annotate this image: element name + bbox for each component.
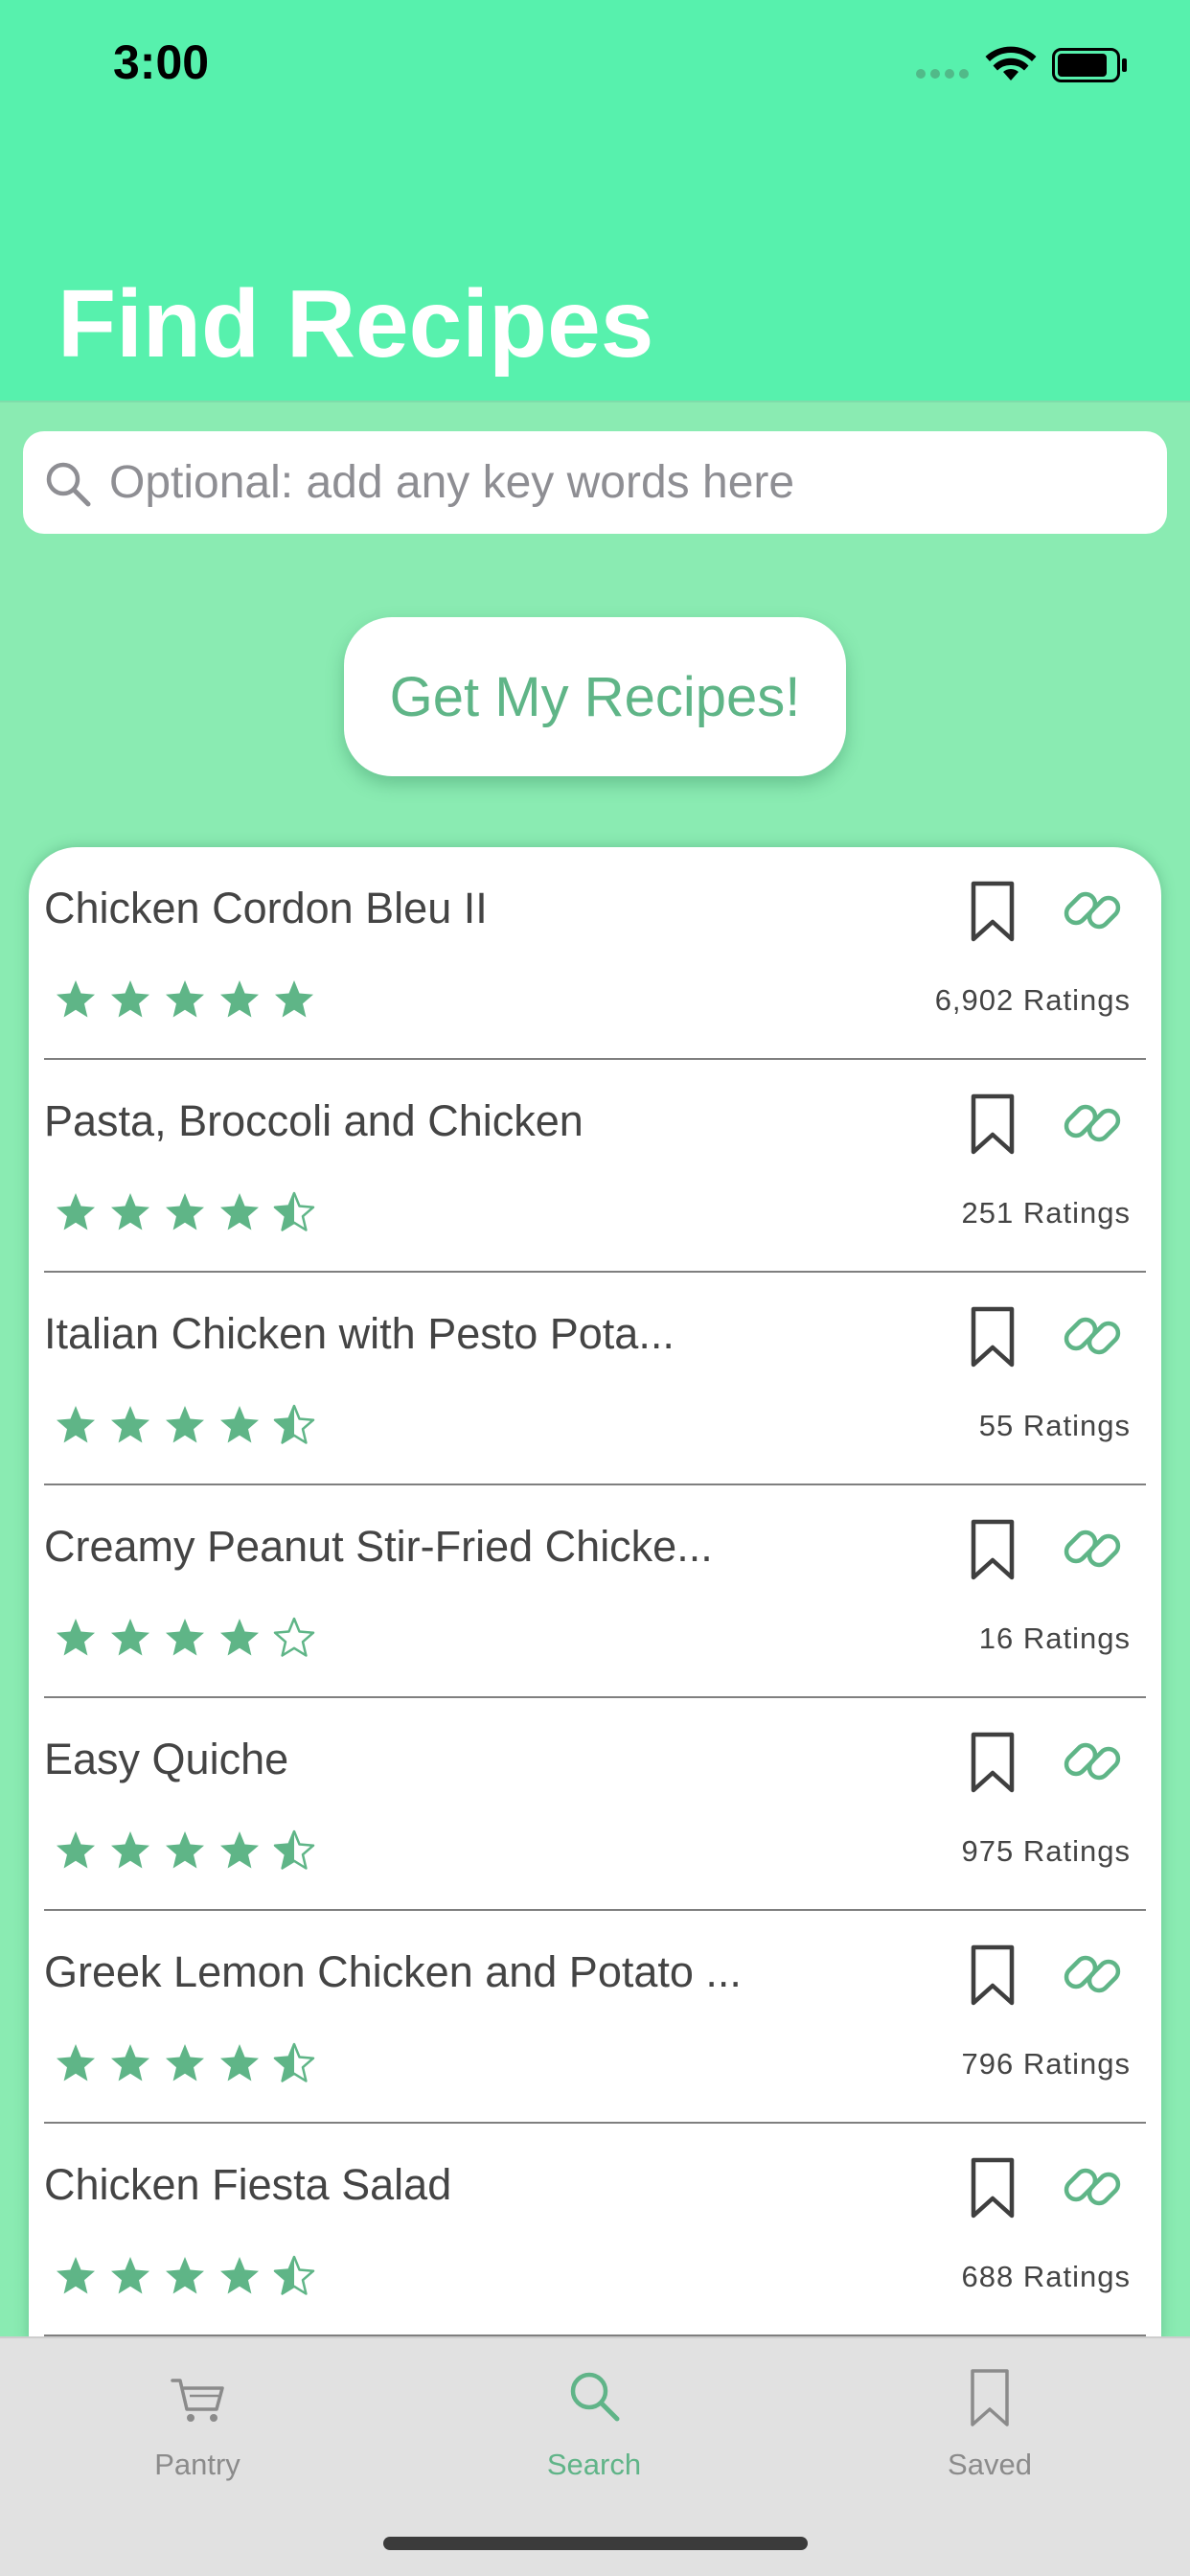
star-filled-icon — [111, 980, 149, 1018]
battery-icon — [1052, 48, 1127, 82]
star-filled-icon — [275, 980, 313, 1018]
star-filled-icon — [111, 1193, 149, 1230]
link-icon[interactable] — [1062, 1731, 1123, 1792]
recipe-row[interactable]: Easy Quiche 975 Ratings — [29, 1698, 1161, 1911]
recipe-title[interactable]: Chicken Cordon Bleu II — [44, 884, 488, 933]
cellular-signal-icon — [916, 69, 969, 79]
star-rating — [54, 1828, 316, 1873]
star-filled-icon — [166, 2257, 204, 2294]
recipe-title[interactable]: Greek Lemon Chicken and Potato ... — [44, 1947, 742, 1997]
recipe-row[interactable]: Greek Lemon Chicken and Potato ... 796 R… — [29, 1911, 1161, 2124]
star-filled-icon — [57, 1193, 95, 1230]
search-bar[interactable] — [23, 431, 1167, 534]
tab-search[interactable]: Search — [479, 2367, 709, 2501]
star-filled-icon — [220, 2044, 259, 2082]
bookmark-icon — [971, 2369, 1009, 2426]
ratings-count: 796 Ratings — [961, 2047, 1131, 2081]
tab-label: Pantry — [154, 2448, 240, 2481]
star-filled-icon — [220, 1193, 259, 1230]
bookmark-icon[interactable] — [968, 1731, 1018, 1794]
home-indicator — [383, 2537, 808, 2550]
recipe-row[interactable]: Chicken Fiesta Salad 688 Ratings — [29, 2124, 1161, 2336]
cart-icon — [171, 2379, 224, 2422]
star-half-icon — [273, 2255, 315, 2295]
star-filled-icon — [166, 980, 204, 1018]
star-filled-icon — [220, 1406, 259, 1443]
star-rating — [54, 1190, 316, 1234]
star-filled-icon — [166, 2044, 204, 2082]
star-filled-icon — [220, 1831, 259, 1869]
star-rating — [54, 1616, 316, 1660]
tab-saved[interactable]: Saved — [875, 2367, 1105, 2501]
star-filled-icon — [57, 1406, 95, 1443]
star-filled-icon — [166, 1193, 204, 1230]
star-filled-icon — [220, 2257, 259, 2294]
star-filled-icon — [166, 1406, 204, 1443]
star-filled-icon — [166, 1831, 204, 1869]
bookmark-icon[interactable] — [968, 880, 1018, 943]
star-filled-icon — [57, 2257, 95, 2294]
tab-label: Search — [546, 2448, 642, 2481]
bookmark-icon[interactable] — [968, 1518, 1018, 1581]
ratings-count: 6,902 Ratings — [934, 983, 1131, 1017]
link-icon[interactable] — [1062, 1518, 1123, 1579]
star-filled-icon — [111, 1831, 149, 1869]
bookmark-icon[interactable] — [968, 1944, 1018, 2007]
star-rating — [54, 2254, 316, 2298]
ratings-count: 251 Ratings — [961, 1196, 1131, 1230]
page-title: Find Recipes — [57, 270, 654, 378]
star-filled-icon — [220, 980, 259, 1018]
tab-pantry[interactable]: Pantry — [82, 2367, 312, 2501]
recipe-row[interactable]: Creamy Peanut Stir-Fried Chicke... 16 Ra… — [29, 1485, 1161, 1698]
star-half-icon — [273, 2042, 315, 2082]
star-filled-icon — [166, 1619, 204, 1656]
link-icon[interactable] — [1062, 880, 1123, 941]
star-half-icon — [273, 1404, 315, 1444]
ratings-count: 975 Ratings — [961, 1834, 1131, 1868]
link-icon[interactable] — [1062, 1092, 1123, 1154]
recipe-title[interactable]: Chicken Fiesta Salad — [44, 2160, 451, 2210]
recipe-row[interactable]: Italian Chicken with Pesto Pota... 55 Ra… — [29, 1273, 1161, 1485]
link-icon[interactable] — [1062, 1305, 1123, 1367]
link-icon[interactable] — [1062, 1944, 1123, 2005]
ratings-count: 55 Ratings — [978, 1409, 1131, 1442]
star-filled-icon — [57, 980, 95, 1018]
recipe-row[interactable]: Chicken Cordon Bleu II 6,902 Ratings — [29, 847, 1161, 1060]
star-half-icon — [273, 1829, 315, 1870]
magnifier-icon — [570, 2372, 620, 2422]
link-icon[interactable] — [1062, 2156, 1123, 2218]
search-icon — [46, 462, 91, 507]
star-filled-icon — [111, 1619, 149, 1656]
ratings-count: 16 Ratings — [978, 1622, 1131, 1655]
bookmark-icon[interactable] — [968, 1305, 1018, 1368]
ratings-count: 688 Ratings — [961, 2260, 1131, 2293]
star-filled-icon — [57, 1831, 95, 1869]
recipe-title[interactable]: Pasta, Broccoli and Chicken — [44, 1096, 584, 1146]
star-filled-icon — [111, 2044, 149, 2082]
navigation-header: 3:00 Find Recipes — [0, 0, 1190, 402]
recipe-row[interactable]: Pasta, Broccoli and Chicken 251 Ratings — [29, 1060, 1161, 1273]
star-rating — [54, 2041, 316, 2085]
bookmark-icon[interactable] — [968, 1092, 1018, 1156]
star-filled-icon — [220, 1619, 259, 1656]
search-input[interactable] — [109, 431, 1144, 534]
tab-label: Saved — [948, 2448, 1032, 2481]
bookmark-icon[interactable] — [968, 2156, 1018, 2220]
recipe-list: Chicken Cordon Bleu II 6,902 Ratings Pas… — [29, 847, 1161, 2342]
star-empty-icon — [273, 1617, 315, 1657]
star-half-icon — [273, 1191, 315, 1231]
star-rating — [54, 978, 316, 1022]
recipe-title[interactable]: Italian Chicken with Pesto Pota... — [44, 1309, 675, 1359]
wifi-icon — [985, 46, 1037, 80]
get-recipes-button[interactable]: Get My Recipes! — [344, 617, 846, 776]
recipe-title[interactable]: Easy Quiche — [44, 1735, 288, 1784]
recipe-title[interactable]: Creamy Peanut Stir-Fried Chicke... — [44, 1522, 713, 1572]
star-filled-icon — [111, 1406, 149, 1443]
star-filled-icon — [57, 2044, 95, 2082]
star-rating — [54, 1403, 316, 1447]
star-filled-icon — [111, 2257, 149, 2294]
status-time: 3:00 — [113, 35, 210, 89]
star-filled-icon — [57, 1619, 95, 1656]
